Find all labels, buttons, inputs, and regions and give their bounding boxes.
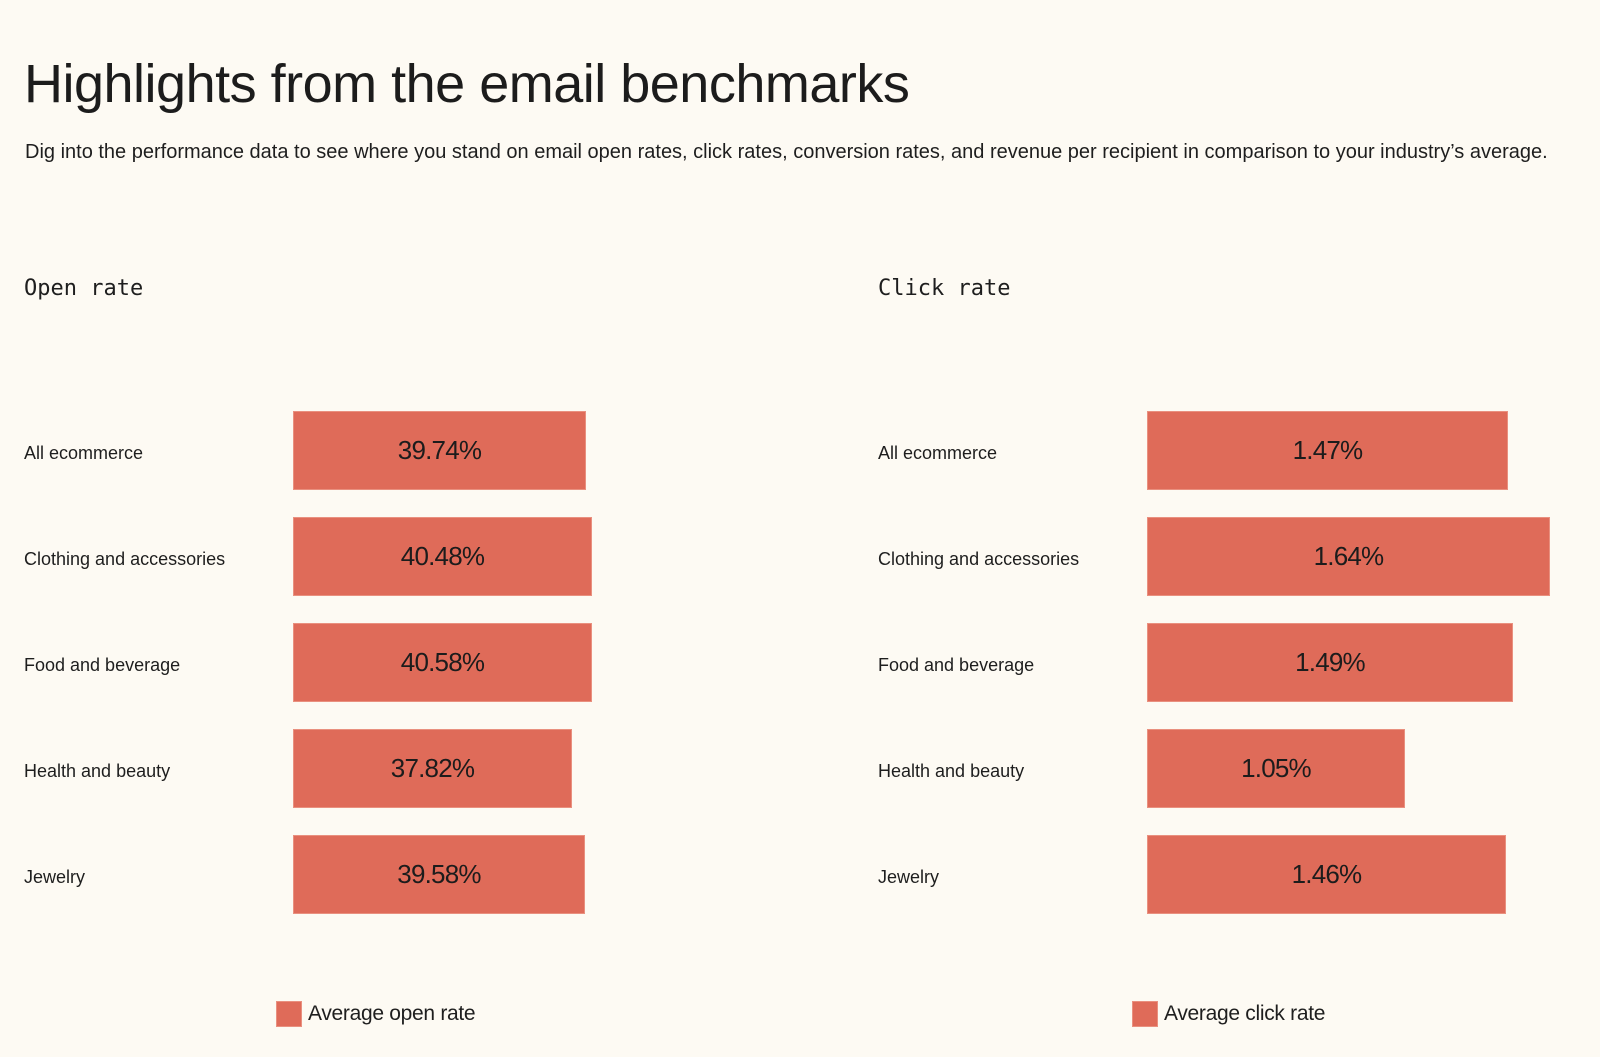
bar-value-label: 40.48% [400, 541, 485, 571]
bar-row: Jewelry 1.46% [854, 835, 1600, 915]
bar-value-label: 1.05% [1241, 753, 1312, 783]
category-label: Jewelry [878, 867, 940, 887]
bar: 1.47% [1147, 411, 1508, 490]
category-label: Food and beverage [24, 655, 181, 675]
click-rate-chart: Click rate All ecommerce 1.47% Clothing an… [854, 0, 1600, 1057]
category-label: Clothing and accessories [878, 549, 1080, 569]
bar-value-label: 39.74% [397, 435, 482, 465]
legend-swatch [276, 1001, 302, 1027]
bar-row: Food and beverage 40.58% [0, 623, 850, 703]
bar-value-label: 37.82% [390, 753, 475, 783]
category-label: All ecommerce [24, 443, 144, 463]
bar-row: Health and beauty 37.82% [0, 729, 850, 809]
bar-value-label: 1.64% [1313, 541, 1385, 571]
chart-title: Open rate [24, 276, 144, 301]
bar-value-label: 1.46% [1291, 859, 1363, 889]
bar-value-label: 40.58% [400, 647, 485, 677]
chart-title: Click rate [878, 276, 1011, 301]
category-label: Health and beauty [878, 761, 1025, 781]
bar: 39.58% [293, 835, 585, 914]
bar: 37.82% [293, 729, 572, 808]
legend-swatch [1132, 1001, 1158, 1027]
bar-value-label: 39.58% [397, 859, 481, 889]
bar-row: Food and beverage 1.49% [854, 623, 1600, 703]
bar: 40.48% [293, 517, 592, 596]
bar-value-label: 1.49% [1295, 647, 1366, 677]
bar-row: All ecommerce 1.47% [854, 411, 1600, 491]
open-rate-chart: Open rate All ecommerce 39.74% Clothing an… [0, 0, 850, 1057]
category-label: Health and beauty [24, 761, 171, 781]
bar: 1.64% [1147, 517, 1550, 596]
bar: 1.05% [1147, 729, 1405, 808]
bar: 40.58% [293, 623, 592, 702]
bar-row: Jewelry 39.58% [0, 835, 850, 915]
category-label: Clothing and accessories [24, 549, 226, 569]
bar-row: Clothing and accessories 40.48% [0, 517, 850, 597]
category-label: Jewelry [24, 867, 86, 887]
legend-label: Average open rate [308, 1002, 476, 1025]
bar-row: Clothing and accessories 1.64% [854, 517, 1600, 597]
bar-value-label: 1.47% [1292, 435, 1364, 465]
category-label: Food and beverage [878, 655, 1035, 675]
chart-legend: Average open rate [276, 1000, 476, 1028]
bar-row: Health and beauty 1.05% [854, 729, 1600, 809]
category-label: All ecommerce [878, 443, 998, 463]
chart-legend: Average click rate [1132, 1000, 1325, 1028]
legend-label: Average click rate [1164, 1002, 1326, 1025]
bar: 1.49% [1147, 623, 1513, 702]
bar: 1.46% [1147, 835, 1506, 914]
bar-row: All ecommerce 39.74% [0, 411, 850, 491]
bar: 39.74% [293, 411, 586, 490]
